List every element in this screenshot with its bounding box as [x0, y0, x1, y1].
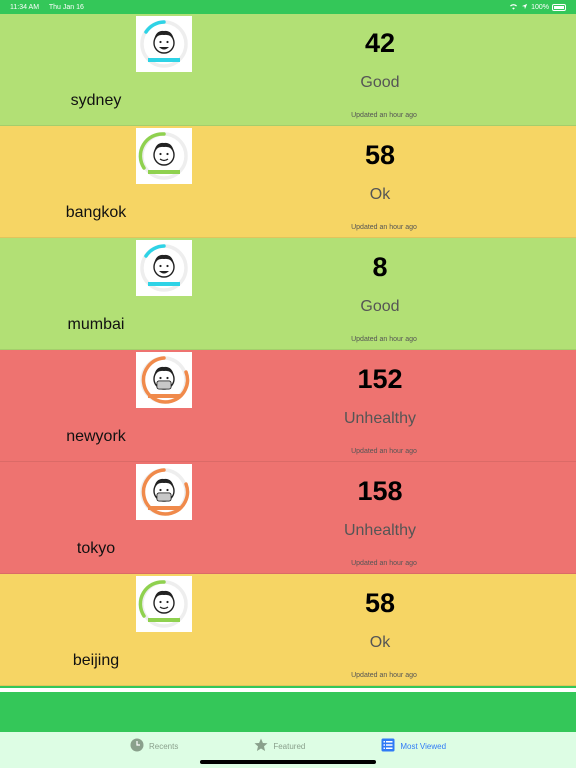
- aqi-face-icon: [136, 464, 192, 520]
- city-name: tokyo: [76, 540, 116, 557]
- tab-label: Featured: [273, 741, 306, 751]
- city-row[interactable]: beijing 58 Ok Updated an hour ago: [0, 574, 576, 686]
- city-name: sydney: [70, 92, 122, 109]
- updated-label: Updated an hour ago: [351, 560, 417, 567]
- tab-recents[interactable]: Recents: [130, 732, 178, 760]
- wifi-icon: [509, 3, 518, 12]
- tab-label: Recents: [148, 741, 179, 751]
- tab-featured[interactable]: Featured: [254, 732, 305, 760]
- tab-most-viewed[interactable]: Most Viewed: [381, 732, 446, 760]
- list-icon: [381, 738, 395, 754]
- aqi-value: 158: [357, 476, 403, 506]
- city-row[interactable]: tokyo 158 Unhealthy Updated an hour ago: [0, 462, 576, 574]
- aqi-value: 58: [364, 588, 396, 618]
- city-row[interactable]: sydney 42 Good Updated an hour ago: [0, 14, 576, 126]
- updated-label: Updated an hour ago: [351, 448, 417, 455]
- status-time: 11:34 AM: [10, 3, 40, 11]
- aqi-face-icon: [136, 352, 192, 408]
- aqi-face-icon: [136, 576, 192, 632]
- aqi-value: 152: [357, 364, 403, 394]
- clock-icon: [130, 738, 144, 754]
- city-name: beijing: [72, 652, 120, 669]
- aqi-status: Ok: [369, 186, 391, 203]
- aqi-status: Ok: [369, 634, 391, 651]
- aqi-status: Unhealthy: [343, 522, 417, 539]
- aqi-value: 58: [364, 140, 396, 170]
- aqi-face-icon: [136, 128, 192, 184]
- location-icon: [521, 3, 528, 12]
- updated-label: Updated an hour ago: [351, 112, 417, 119]
- updated-label: Updated an hour ago: [351, 672, 417, 679]
- city-row[interactable]: newyork 152 Unhealthy Updated an hour ag…: [0, 350, 576, 462]
- aqi-status: Unhealthy: [343, 410, 417, 427]
- updated-label: Updated an hour ago: [351, 336, 417, 343]
- aqi-value: 42: [364, 28, 396, 58]
- city-list: sydney 42 Good Updated an hour ago bangk…: [0, 14, 576, 686]
- aqi-face-icon: [136, 16, 192, 72]
- list-footer: [0, 692, 576, 732]
- updated-label: Updated an hour ago: [351, 224, 417, 231]
- aqi-face-icon: [136, 240, 192, 296]
- status-date: Thu Jan 16: [48, 3, 84, 11]
- battery-icon: [552, 3, 566, 11]
- aqi-status: Good: [360, 74, 400, 91]
- city-name: mumbai: [67, 316, 125, 333]
- status-left: 11:34 AM Thu Jan 16: [10, 4, 92, 11]
- aqi-value: 8: [372, 252, 388, 282]
- city-row[interactable]: bangkok 58 Ok Updated an hour ago: [0, 126, 576, 238]
- status-right: 100%: [509, 3, 566, 12]
- aqi-status: Good: [360, 298, 400, 315]
- star-icon: [254, 738, 268, 754]
- battery-percent: 100%: [531, 3, 549, 11]
- tab-label: Most Viewed: [400, 741, 447, 751]
- city-name: bangkok: [65, 204, 127, 221]
- home-indicator: [200, 760, 376, 764]
- city-row[interactable]: mumbai 8 Good Updated an hour ago: [0, 238, 576, 350]
- status-bar: 11:34 AM Thu Jan 16 100%: [0, 0, 576, 14]
- city-name: newyork: [66, 428, 126, 445]
